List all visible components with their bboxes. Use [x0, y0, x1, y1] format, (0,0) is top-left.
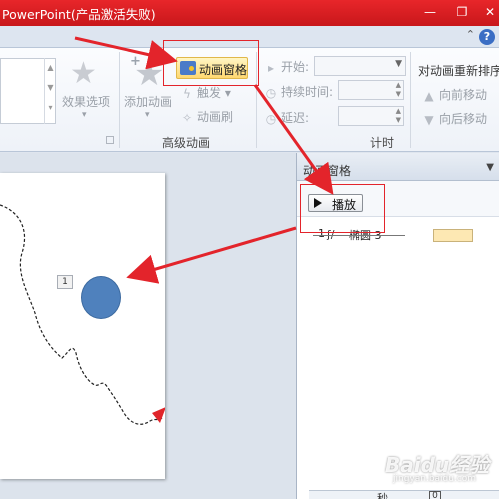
- move-earlier-button[interactable]: ▲ 向前移动: [422, 86, 487, 104]
- add-animation-button[interactable]: 添加动画: [124, 93, 172, 110]
- pane-header: 动画窗格 ▼: [297, 153, 499, 181]
- up-arrow-icon: ▲: [424, 88, 434, 103]
- duration-spinner[interactable]: ▲ ▼: [338, 80, 404, 100]
- timeline-footer: 秒 0: [309, 490, 499, 499]
- group-separator: [410, 52, 411, 148]
- reorder-title: 对动画重新排序: [418, 64, 499, 78]
- duration-label-row: ◷ 持续时间:: [265, 85, 334, 100]
- powerpoint-window: PowerPoint(产品激活失败) — ❐ ✕ ⌃ ? ▲ ▼ ▾ ★ 效果选项 …: [0, 0, 499, 499]
- trigger-button[interactable]: ϟ 触发 ▾: [180, 84, 231, 102]
- timing-group-label: 计时: [370, 136, 395, 150]
- motion-path-line: [0, 204, 163, 425]
- painter-icon: ✧: [181, 110, 193, 125]
- down-arrow-icon: ▼: [424, 112, 434, 127]
- window-title: PowerPoint(产品激活失败): [2, 7, 156, 22]
- plus-icon: +: [130, 54, 141, 69]
- pane-options-icon[interactable]: ▼: [486, 162, 494, 173]
- effect-options-icon: ★: [70, 56, 97, 91]
- spinner-arrows-icon: ▲ ▼: [395, 107, 401, 124]
- timeline-unit: 秒: [377, 492, 388, 499]
- move-later-button[interactable]: ▼ 向后移动: [422, 110, 487, 128]
- animation-order-tag: 1: [57, 275, 73, 289]
- slide-editing-area: 1: [0, 153, 296, 499]
- path-end-marker-icon: [152, 407, 165, 423]
- minimize-icon[interactable]: —: [420, 4, 440, 20]
- motion-path[interactable]: [0, 173, 165, 479]
- duration-icon: ◷: [265, 85, 277, 100]
- oval-shape[interactable]: [81, 276, 121, 319]
- pane-title: 动画窗格: [303, 164, 352, 178]
- gallery-scroll-icon[interactable]: ▲ ▼ ▾: [44, 58, 56, 124]
- delay-spinner[interactable]: ▲ ▼: [338, 106, 404, 126]
- slide-canvas[interactable]: 1: [0, 173, 165, 479]
- advanced-animation-group-label: 高级动画: [162, 136, 211, 150]
- close-icon[interactable]: ✕: [480, 4, 499, 20]
- animation-painter-button[interactable]: ✧ 动画刷: [180, 108, 233, 126]
- add-animation-dropdown-icon[interactable]: ▾: [145, 110, 150, 120]
- group-separator: [119, 52, 120, 148]
- restore-icon[interactable]: ❐: [452, 4, 472, 20]
- trigger-icon: ϟ: [183, 86, 191, 101]
- watermark-sub: jingyan.baidu.com: [393, 474, 477, 484]
- help-icon[interactable]: ?: [479, 29, 495, 45]
- effect-options-dropdown-icon[interactable]: ▾: [82, 110, 87, 120]
- start-icon: ▸: [267, 60, 275, 75]
- baidu-watermark: Baidu经验 jingyan.baidu.com: [385, 447, 499, 487]
- effect-options-button[interactable]: 效果选项: [62, 93, 110, 110]
- start-label-row: ▸ 开始:: [264, 58, 309, 76]
- title-bar: PowerPoint(产品激活失败) — ❐ ✕: [0, 0, 499, 26]
- annotation-box-play: [300, 184, 385, 233]
- collapse-ribbon-icon[interactable]: ⌃: [466, 28, 475, 41]
- annotation-box-animation-pane: [163, 40, 259, 86]
- start-dropdown[interactable]: ▼: [314, 56, 406, 76]
- effect-dialog-launcher-icon[interactable]: [106, 136, 114, 144]
- timeline-start[interactable]: 0: [429, 491, 441, 499]
- chevron-down-icon: ▼: [395, 59, 402, 69]
- delay-icon: ◷: [265, 111, 277, 126]
- delay-label-row: ◷ 延迟:: [265, 111, 310, 126]
- item-underline: [313, 235, 405, 236]
- spinner-arrows-icon: ▲ ▼: [395, 81, 401, 98]
- timeline-bar: [433, 229, 473, 242]
